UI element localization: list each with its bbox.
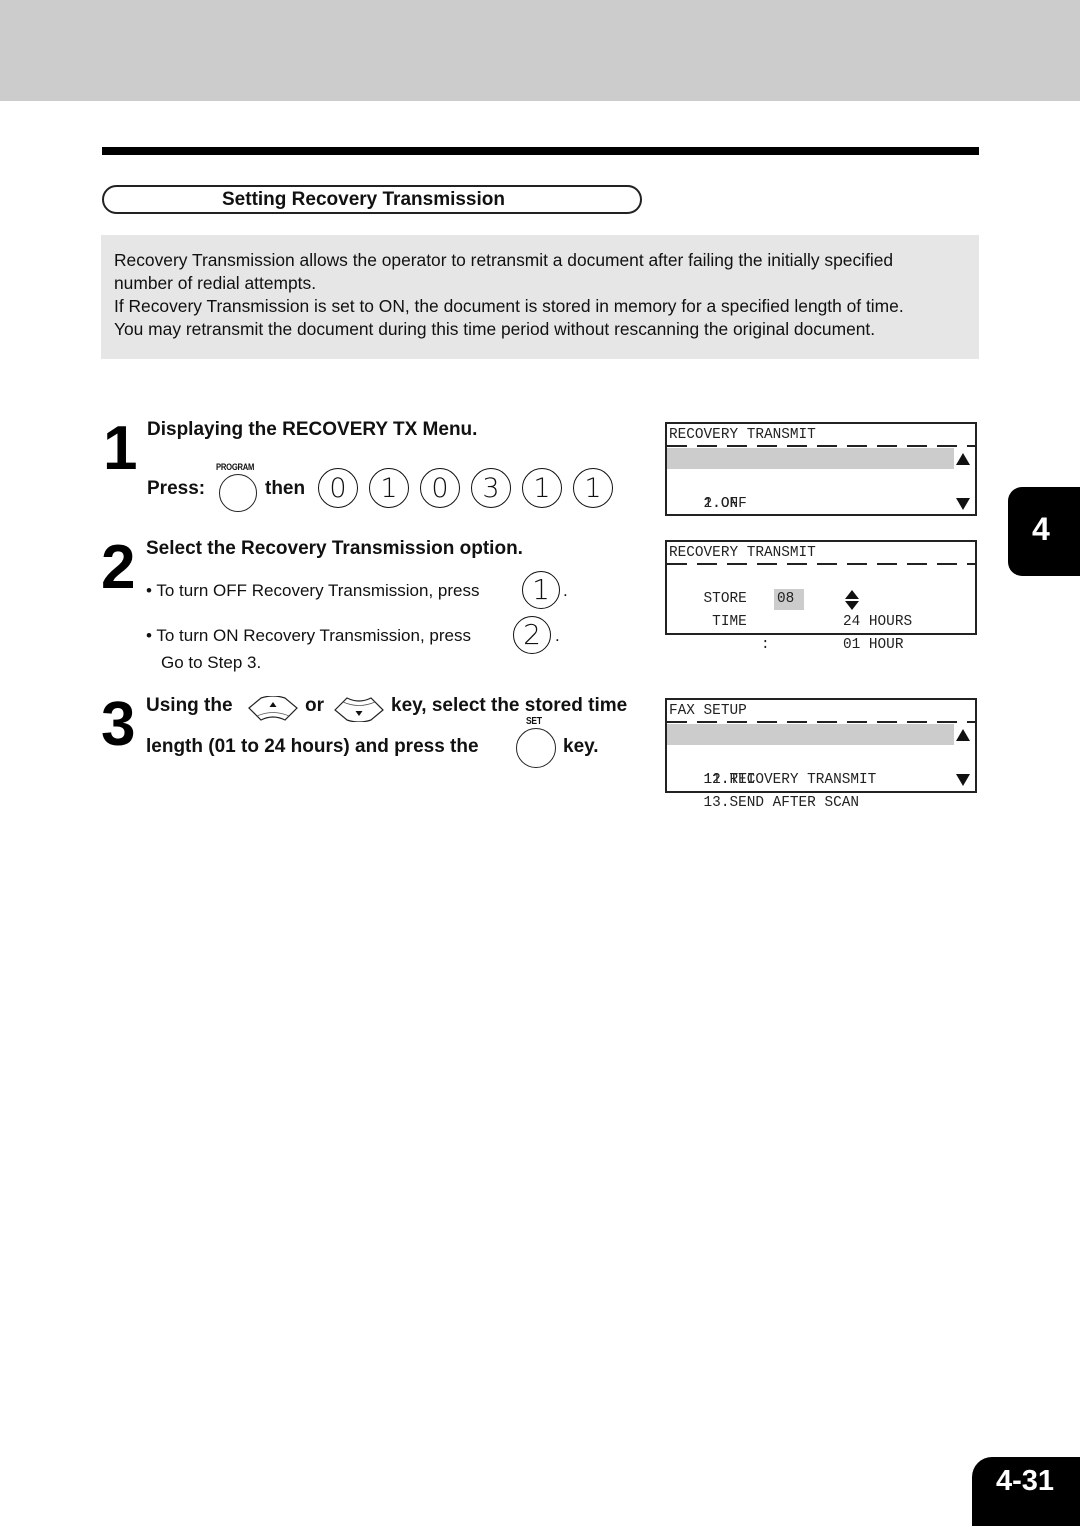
step-3-number: 3 <box>101 690 136 759</box>
chapter-tab: 4 <box>1008 487 1080 576</box>
time-colon: : <box>761 637 770 653</box>
intro-line: number of redial attempts. <box>114 273 317 293</box>
intro-line: If Recovery Transmission is set to ON, t… <box>114 296 904 316</box>
scroll-down-icon <box>956 774 970 786</box>
intro-line: Recovery Transmission allows the operato… <box>114 250 894 270</box>
lcd-time-row: TIME : 08 <box>667 588 975 653</box>
key-sequence: 0 1 0 3 1 1 <box>318 468 613 508</box>
bullet-on-suffix: . <box>555 626 560 645</box>
step-3-text-or: or <box>305 695 324 716</box>
key-1[interactable]: 1 <box>522 571 560 609</box>
then-label: then <box>265 478 306 499</box>
time-value-field[interactable]: 08 <box>774 589 804 610</box>
step-3-text-c: key, select the stored time <box>391 695 628 716</box>
page-number: 4-31 <box>996 1465 1055 1497</box>
number-key[interactable]: 1 <box>522 468 562 508</box>
number-key[interactable]: 1 <box>369 468 409 508</box>
program-key[interactable] <box>219 474 257 512</box>
bullet-on-text: • To turn ON Recovery Transmission, pres… <box>146 626 471 645</box>
section-title-box: Setting Recovery Transmission <box>102 185 642 214</box>
number-key[interactable]: 3 <box>471 468 511 508</box>
scroll-up-icon <box>956 453 970 465</box>
step-3-text-a: Using the <box>146 695 233 716</box>
intro-box: Recovery Transmission allows the operato… <box>101 235 979 359</box>
bullet-off: • To turn OFF Recovery Transmission, pre… <box>146 581 479 601</box>
up-down-arrow-icon <box>845 590 859 610</box>
lcd-highlight <box>667 724 954 745</box>
lcd-option-on[interactable]: 2.ON <box>667 470 975 512</box>
lcd-highlight <box>667 448 954 469</box>
bullet-off-text: • To turn OFF Recovery Transmission, pre… <box>146 581 480 600</box>
lcd-title: RECOVERY TRANSMIT <box>667 424 975 447</box>
number-key[interactable]: 0 <box>420 468 460 508</box>
lcd-option-send-after-scan[interactable]: 13.SEND AFTER SCAN <box>667 769 975 811</box>
key-2[interactable]: 2 <box>513 616 551 654</box>
lcd-option-empty <box>667 493 975 516</box>
step-2-number: 2 <box>101 533 136 602</box>
step-1-number: 1 <box>103 414 138 483</box>
lcd-option-tti[interactable]: 12.TTI <box>667 746 975 788</box>
intro-line: You may retransmit the document during t… <box>114 319 876 339</box>
scroll-down-icon <box>956 498 970 510</box>
scroll-up-icon <box>956 729 970 741</box>
lcd-title: FAX SETUP <box>667 700 975 723</box>
program-key-caption: PROGRAM <box>216 462 255 472</box>
lcd-store-time: RECOVERY TRANSMIT STORE 24 HOURS TIME : … <box>665 540 977 653</box>
press-label: Press: <box>147 478 206 499</box>
down-arrow-key-icon[interactable] <box>333 696 385 722</box>
up-arrow-key-icon[interactable] <box>247 696 299 722</box>
lcd-store-row: STORE 24 HOURS <box>667 565 975 630</box>
step-3-text-d: length (01 to 24 hours) and press the <box>146 736 479 757</box>
step-3-text-e: key. <box>563 736 599 757</box>
bullet-off-suffix: . <box>563 581 568 600</box>
lcd-title: RECOVERY TRANSMIT <box>667 542 975 565</box>
section-title: Setting Recovery Transmission <box>222 189 505 210</box>
chapter-number: 4 <box>1032 511 1050 547</box>
min-hours: 01 HOUR <box>843 637 904 653</box>
lcd-fax-setup-menu: FAX SETUP 11.RECOVERY TRANSMIT 12.TTI 13… <box>665 698 977 811</box>
lcd-min-row: 01 HOUR <box>667 611 975 653</box>
set-key-caption: SET <box>526 716 542 727</box>
lcd-option-recovery-transmit[interactable]: 11.RECOVERY TRANSMIT <box>667 723 975 788</box>
lcd-recovery-transmit-menu: RECOVERY TRANSMIT 1.OFF 2.ON <box>665 422 977 516</box>
bullet-on: • To turn ON Recovery Transmission, pres… <box>146 626 471 646</box>
lcd-option-off[interactable]: 1.OFF <box>667 447 975 512</box>
number-key[interactable]: 0 <box>318 468 358 508</box>
step-1-heading: Displaying the RECOVERY TX Menu. <box>147 419 478 440</box>
page-number-tab: 4-31 <box>972 1457 1080 1526</box>
top-rule <box>102 147 979 155</box>
header-band <box>0 0 1080 101</box>
number-key[interactable]: 1 <box>573 468 613 508</box>
set-key[interactable] <box>516 728 556 768</box>
step-2-heading: Select the Recovery Transmission option. <box>146 538 523 559</box>
goto-step-3: Go to Step 3. <box>161 653 262 672</box>
